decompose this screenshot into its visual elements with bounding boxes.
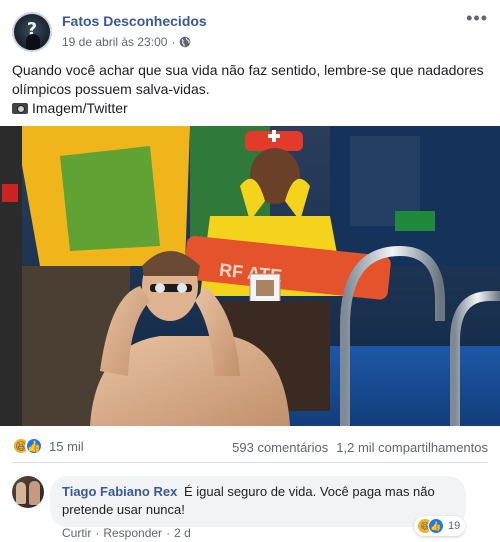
comment-like-link[interactable]: Curtir	[62, 526, 91, 540]
comment-reply-link[interactable]: Responder	[103, 526, 162, 540]
comment-reactions[interactable]: 😆 👍 19	[414, 516, 466, 536]
camera-icon	[12, 103, 28, 114]
post-text: Quando você achar que sua vida não faz s…	[12, 61, 488, 118]
comment-reaction-count: 19	[448, 520, 461, 532]
page-avatar[interactable]: ?	[12, 12, 52, 52]
shares-count[interactable]: 1,2 mil compartilhamentos	[336, 440, 488, 455]
engagement-counts: 593 comentários 1,2 mil compartilhamento…	[232, 440, 488, 455]
post-timestamp[interactable]: 19 de abril às 23:00	[62, 35, 167, 49]
commenter-name[interactable]: Tiago Fabiano Rex	[62, 484, 177, 499]
post-photo[interactable]: RF ATE	[0, 126, 500, 426]
more-options-icon[interactable]: •••	[466, 8, 488, 29]
post-text-line-1: Quando você achar que sua vida não faz s…	[12, 62, 484, 78]
meta-separator: ·	[171, 35, 176, 49]
post-meta: 19 de abril às 23:00 ·	[62, 35, 191, 49]
photo-credit: Imagem/Twitter	[12, 99, 488, 118]
reactions-summary[interactable]: 😆 👍 15 mil	[12, 437, 84, 455]
facebook-post: ? Fatos Desconhecidos 19 de abril às 23:…	[0, 0, 500, 542]
action-separator: ·	[166, 526, 171, 540]
comment-bubble: Tiago Fabiano Rex É igual seguro de vida…	[50, 476, 466, 527]
photo-illustration: RF ATE	[0, 126, 500, 426]
comment-time[interactable]: 2 d	[174, 526, 191, 540]
globe-icon[interactable]	[179, 36, 191, 48]
reaction-icons: 😆 👍	[12, 437, 43, 455]
page-name-link[interactable]: Fatos Desconhecidos	[62, 13, 207, 29]
reaction-count[interactable]: 15 mil	[49, 439, 84, 454]
comment-actions: Curtir · Responder · 2 d	[62, 526, 191, 540]
commenter-avatar[interactable]	[12, 476, 44, 508]
divider	[12, 462, 488, 463]
like-reaction-icon: 👍	[428, 518, 444, 534]
comments-count[interactable]: 593 comentários	[232, 440, 328, 455]
photo-credit-text: Imagem/Twitter	[32, 100, 128, 116]
action-separator: ·	[95, 526, 100, 540]
post-text-line-2: olímpicos possuem salva-vidas.	[12, 81, 210, 97]
like-reaction-icon: 👍	[25, 437, 43, 455]
